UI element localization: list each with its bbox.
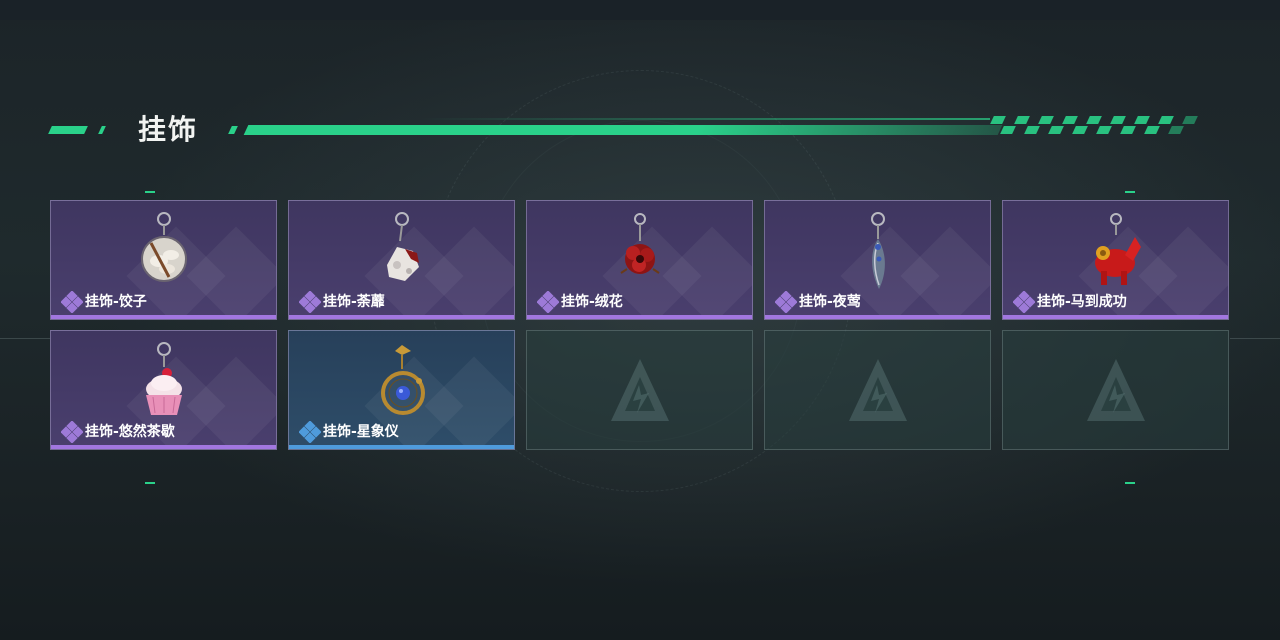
feather-charm-icon [871,212,885,289]
charm-card-yeying[interactable]: 挂饰-夜莺 [764,200,991,320]
game-logo-placeholder-icon [1087,359,1145,421]
charm-card-madaochenggong[interactable]: 挂饰-马到成功 [1002,200,1229,320]
corner-tick [1125,191,1135,193]
empty-slot [764,330,991,450]
game-logo-placeholder-icon [849,359,907,421]
rarity-purple-icon [61,291,83,313]
dumpling-charm-icon [141,212,187,282]
rarity-purple-icon [537,291,559,313]
empty-slot [526,330,753,450]
charm-grid: 挂饰-饺子 挂饰-荼蘼 挂饰-绒花 挂饰-夜莺 挂饰-马到成功 挂饰-悠然茶歇 … [50,200,1230,450]
astrolabe-charm-icon [381,345,425,415]
red-flower-charm-icon [620,213,660,274]
charm-card-tumi[interactable]: 挂饰-荼蘼 [288,200,515,320]
charm-label: 挂饰-绒花 [561,294,623,310]
corner-tick [145,482,155,484]
empty-slot [1002,330,1229,450]
rarity-purple-icon [1013,291,1035,313]
charm-label: 挂饰-饺子 [85,294,147,310]
red-horse-charm-icon [1095,213,1141,285]
rarity-purple-icon [775,291,797,313]
cupcake-charm-icon [146,342,182,415]
section-title: 挂饰 [138,113,199,146]
game-logo-placeholder-icon [611,359,669,421]
charm-label: 挂饰-夜莺 [799,294,861,310]
header-checker-pattern [990,116,1202,136]
corner-tick [1125,482,1135,484]
rarity-purple-icon [299,291,321,313]
header-thin-line [420,118,990,120]
header-accent-slab [228,126,238,134]
side-line-right [1230,338,1280,339]
rarity-purple-icon [61,421,83,443]
charm-label: 挂饰-荼蘼 [323,294,385,310]
rarity-blue-icon [299,421,321,443]
charm-label: 挂饰-悠然茶歇 [85,424,175,440]
flower-skull-charm-icon [387,212,419,281]
header-accent-slab [98,126,106,134]
side-line-left [0,338,50,339]
header-accent-slab [48,126,88,134]
charm-card-youranchaxie[interactable]: 挂饰-悠然茶歇 [50,330,277,450]
charm-label: 挂饰-马到成功 [1037,294,1127,310]
charm-card-ronghua[interactable]: 挂饰-绒花 [526,200,753,320]
charm-card-xingxiangyi[interactable]: 挂饰-星象仪 [288,330,515,450]
header-accent-bar [243,125,1003,135]
section-header: 挂饰 [0,100,1280,160]
charm-label: 挂饰-星象仪 [323,424,399,440]
charm-card-dumpling[interactable]: 挂饰-饺子 [50,200,277,320]
top-bar [0,0,1280,20]
corner-tick [145,191,155,193]
